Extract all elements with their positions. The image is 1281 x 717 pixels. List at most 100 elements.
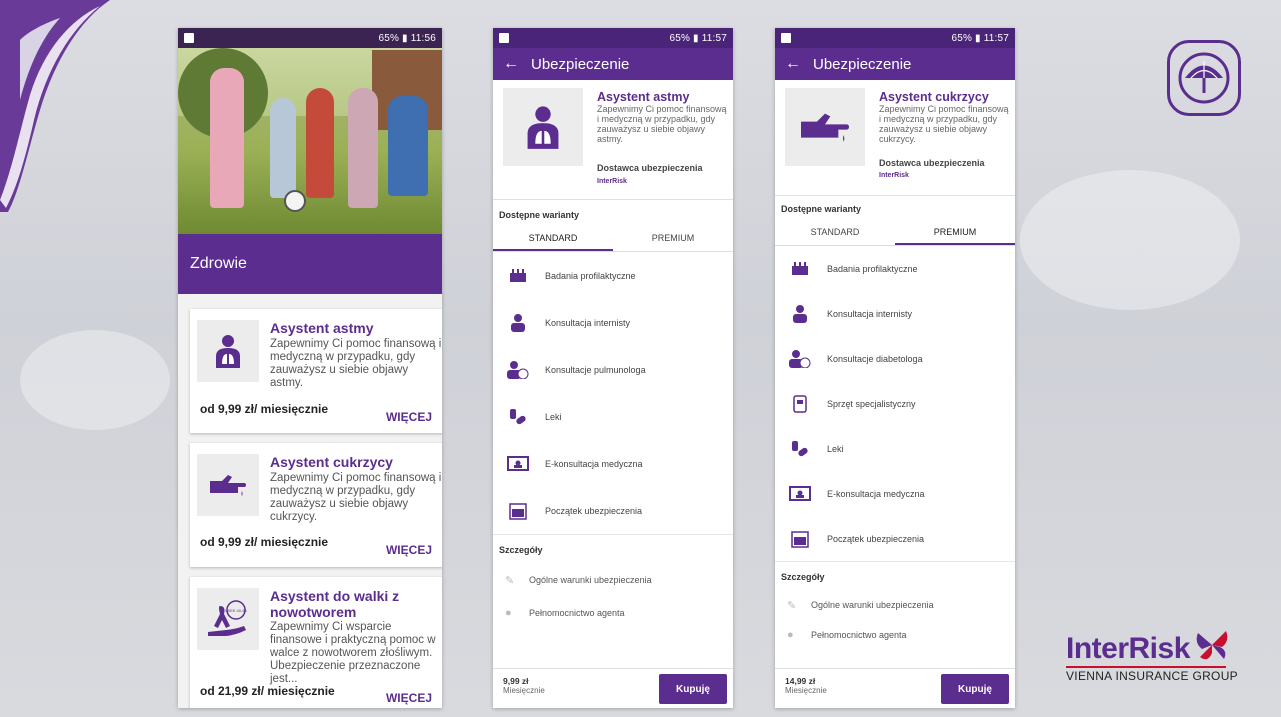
feature-row: Badania profilaktyczne bbox=[775, 246, 1015, 291]
status-indicators: 65% ▮ 11:57 bbox=[669, 32, 727, 44]
tab-premium[interactable]: PREMIUM bbox=[895, 220, 1015, 245]
feature-row: Konsultacja internisty bbox=[493, 299, 733, 346]
buy-button[interactable]: Kupuję bbox=[941, 674, 1009, 704]
background-shape bbox=[1020, 170, 1240, 310]
details-section: Szczegóły ✎ Ogólne warunki ubezpieczenia … bbox=[493, 534, 733, 629]
feature-label: Konsultacja internisty bbox=[827, 308, 913, 319]
back-arrow-icon[interactable]: ← bbox=[503, 55, 531, 73]
feature-label: Początek ubezpieczenia bbox=[827, 533, 925, 544]
feature-label: Konsultacje pulmunologa bbox=[545, 364, 646, 375]
glucometer-icon bbox=[789, 393, 811, 415]
person-icon: ● bbox=[787, 629, 794, 641]
product-description: Zapewnimy Ci pomoc finansową i medyczną … bbox=[879, 104, 1009, 144]
details-link[interactable]: ● Pełnomocnictwo agenta bbox=[775, 620, 1015, 650]
pencil-icon: ✎ bbox=[787, 600, 797, 612]
details-link[interactable]: ✎ Ogólne warunki ubezpieczenia bbox=[493, 563, 733, 596]
person-icon: ● bbox=[505, 606, 512, 619]
calendar-icon bbox=[507, 500, 529, 522]
card-title: Asystent cukrzycy bbox=[270, 454, 393, 470]
diabetologist-icon bbox=[789, 348, 811, 370]
appbar-title: Ubezpieczenie bbox=[531, 55, 630, 73]
feature-label: Konsultacja internisty bbox=[545, 317, 631, 328]
app-bar: 65% ▮ 11:57 ← Ubezpieczenie bbox=[775, 28, 1015, 80]
insurance-card[interactable]: Asystent astmy Zapewnimy Ci pomoc finans… bbox=[190, 309, 442, 433]
more-button[interactable]: WIĘCEJ bbox=[386, 691, 432, 705]
finger-drop-icon bbox=[785, 88, 865, 166]
notification-icon bbox=[499, 33, 509, 43]
variant-tabs: STANDARD PREMIUM bbox=[775, 220, 1015, 246]
tab-standard[interactable]: STANDARD bbox=[493, 226, 613, 251]
details-link-label: Ogólne warunki ubezpieczenia bbox=[529, 574, 652, 585]
status-bar: 65% ▮ 11:56 bbox=[178, 28, 442, 48]
tab-premium[interactable]: PREMIUM bbox=[613, 226, 733, 251]
details-section: Szczegóły ✎ Ogólne warunki ubezpieczenia … bbox=[775, 561, 1015, 650]
monitor-doctor-icon bbox=[789, 483, 811, 505]
card-description: Zapewnimy Ci pomoc finansową i medyczną … bbox=[270, 472, 442, 523]
card-price: od 21,99 zł/ miesięcznie bbox=[200, 684, 335, 698]
feature-row: Konsultacje diabetologa bbox=[775, 336, 1015, 381]
provider-label: Dostawca ubezpieczenia bbox=[879, 158, 985, 168]
product-description: Zapewnimy Ci pomoc finansową i medyczną … bbox=[597, 104, 727, 144]
phone-product-cukrzyca: 65% ▮ 11:57 ← Ubezpieczenie Asystent cuk… bbox=[775, 28, 1015, 708]
feature-row: E-konsultacja medyczna bbox=[775, 471, 1015, 516]
feature-row: Konsultacje pulmunologa bbox=[493, 346, 733, 393]
purchase-footer: 9,99 zł Miesięcznie Kupuję bbox=[493, 668, 733, 708]
more-button[interactable]: WIĘCEJ bbox=[386, 410, 432, 424]
card-title: Asystent do walki z nowotworem bbox=[270, 588, 400, 620]
ribbon-hand-icon: WIEK 40-64 bbox=[197, 588, 259, 650]
appbar-title: Ubezpieczenie bbox=[813, 55, 912, 73]
butterfly-icon bbox=[1196, 631, 1228, 660]
more-button[interactable]: WIĘCEJ bbox=[386, 543, 432, 557]
brand-divider bbox=[1066, 666, 1226, 668]
variants-label: Dostępne warianty bbox=[499, 210, 580, 220]
status-indicators: 65% ▮ 11:57 bbox=[951, 32, 1009, 44]
variants-label: Dostępne warianty bbox=[781, 204, 862, 214]
feature-label: Leki bbox=[827, 443, 844, 454]
buy-button[interactable]: Kupuję bbox=[659, 674, 727, 704]
pulmonologist-icon bbox=[507, 359, 529, 381]
feature-label: Początek ubezpieczenia bbox=[545, 505, 643, 516]
feature-label: Badania profilaktyczne bbox=[827, 263, 918, 274]
doctor-icon bbox=[789, 303, 811, 325]
details-link-label: Pełnomocnictwo agenta bbox=[811, 630, 907, 640]
price-period: Miesięcznie bbox=[785, 686, 827, 695]
card-description: Zapewnimy Ci pomoc finansową i medyczną … bbox=[270, 338, 442, 389]
product-header: Asystent cukrzycy Zapewnimy Ci pomoc fin… bbox=[775, 80, 1015, 196]
doctor-lungs-icon bbox=[503, 88, 583, 166]
details-label: Szczegóły bbox=[499, 545, 543, 555]
details-link[interactable]: ● Pełnomocnictwo agenta bbox=[493, 596, 733, 629]
back-arrow-icon[interactable]: ← bbox=[785, 55, 813, 73]
status-bar: 65% ▮ 11:57 bbox=[775, 28, 1015, 48]
pencil-icon: ✎ bbox=[505, 574, 515, 587]
variant-tabs: STANDARD PREMIUM bbox=[493, 226, 733, 252]
monitor-doctor-icon bbox=[507, 453, 529, 475]
doctor-icon bbox=[507, 312, 529, 334]
background-shape bbox=[20, 330, 170, 430]
product-title: Asystent astmy bbox=[597, 90, 690, 104]
tab-standard[interactable]: STANDARD bbox=[775, 220, 895, 245]
calendar-icon bbox=[789, 528, 811, 550]
feature-label: Sprzęt specjalistyczny bbox=[827, 398, 916, 409]
doctor-lungs-icon bbox=[197, 320, 259, 382]
details-link[interactable]: ✎ Ogólne warunki ubezpieczenia bbox=[775, 590, 1015, 620]
section-title: Zdrowie bbox=[178, 234, 442, 294]
phone-health-list: 65% ▮ 11:56 Zdrowie Asystent astmy Zapew… bbox=[178, 28, 442, 708]
feature-row: Sprzęt specjalistyczny bbox=[775, 381, 1015, 426]
pills-icon bbox=[789, 438, 811, 460]
feature-label: E-konsultacja medyczna bbox=[545, 458, 643, 469]
insurance-card[interactable]: Asystent cukrzycy Zapewnimy Ci pomoc fin… bbox=[190, 443, 442, 567]
feature-label: Konsultacje diabetologa bbox=[827, 353, 923, 364]
status-indicators: 65% ▮ 11:56 bbox=[378, 32, 436, 44]
insurance-card[interactable]: WIEK 40-64 Asystent do walki z nowotwore… bbox=[190, 577, 442, 708]
test-tubes-icon bbox=[789, 258, 811, 280]
brand-name: InterRisk bbox=[1066, 632, 1190, 665]
price: 9,99 zł bbox=[503, 676, 529, 686]
hero-image bbox=[178, 28, 442, 234]
finger-drop-icon bbox=[197, 454, 259, 516]
feature-row: Konsultacja internisty bbox=[775, 291, 1015, 336]
feature-row: Leki bbox=[775, 426, 1015, 471]
feature-row: Badania profilaktyczne bbox=[493, 252, 733, 299]
purchase-footer: 14,99 zł Miesięcznie Kupuję bbox=[775, 668, 1015, 708]
notification-icon bbox=[184, 33, 194, 43]
app-bar: 65% ▮ 11:57 ← Ubezpieczenie bbox=[493, 28, 733, 80]
